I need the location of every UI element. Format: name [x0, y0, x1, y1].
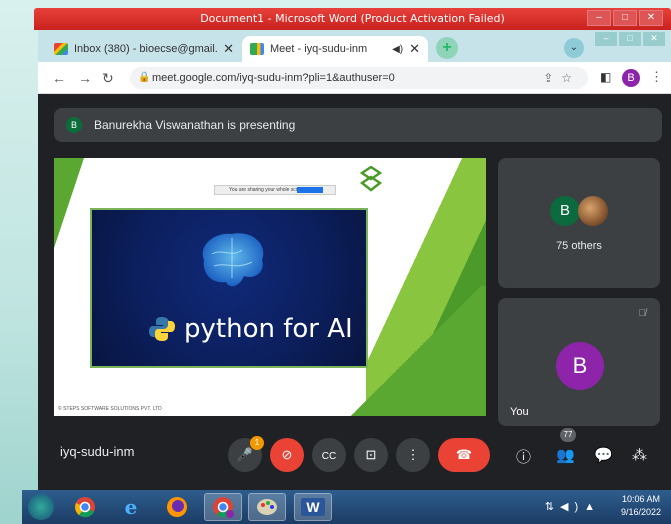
- close-icon[interactable]: ✕: [643, 32, 665, 46]
- chrome-profile-icon[interactable]: [204, 493, 242, 521]
- slide-title-text: python for AI: [184, 314, 353, 344]
- close-tab-icon[interactable]: ✕: [223, 41, 234, 57]
- system-tray-icons[interactable]: ⇅◀)▲: [545, 500, 601, 513]
- self-label: You: [510, 406, 529, 418]
- forward-arrow-icon[interactable]: →: [78, 70, 92, 86]
- minimize-icon[interactable]: –: [587, 10, 611, 26]
- meeting-code: iyq-sudu-inm: [60, 444, 135, 459]
- presenting-text: Banurekha Viswanathan is presenting: [94, 118, 296, 132]
- leave-call-button[interactable]: ☎: [438, 438, 490, 472]
- back-arrow-icon[interactable]: ←: [52, 70, 66, 86]
- chrome-window-controls: – □ ✕: [595, 32, 665, 46]
- camera-off-icon: ⊘: [281, 447, 293, 462]
- others-count-label: 75 others: [556, 240, 602, 252]
- side-panel-icon[interactable]: ◧: [600, 70, 611, 84]
- windows-taskbar: e W ⇅◀)▲ 10:06 AM 9/16/2022: [22, 490, 671, 524]
- address-bar[interactable]: 🔒 meet.google.com/iyq-sudu-inm?pli=1&aut…: [130, 67, 588, 89]
- meet-content: B Banurekha Viswanathan is presenting Yo…: [38, 94, 671, 490]
- audio-playing-icon[interactable]: ◀): [392, 44, 403, 55]
- word-window-titlebar[interactable]: Document1 - Microsoft Word (Product Acti…: [34, 8, 671, 30]
- tab-label: Inbox (380) - bioecse@gmail.com: [74, 43, 217, 55]
- more-options-button[interactable]: ⋮: [396, 438, 430, 472]
- present-button[interactable]: ⊡: [354, 438, 388, 472]
- slide-green-accent: [54, 158, 84, 248]
- slide-title-panel: python for AI: [90, 208, 368, 368]
- info-icon[interactable]: ⓘ: [516, 446, 531, 467]
- activities-icon[interactable]: ⁂: [632, 446, 647, 464]
- chat-icon[interactable]: 💬: [594, 446, 613, 464]
- word-window-title: Document1 - Microsoft Word (Product Acti…: [200, 12, 505, 25]
- lock-icon[interactable]: 🔒: [138, 67, 150, 89]
- tab-label: Meet - iyq-sudu-inm: [270, 43, 368, 55]
- clock-time: 10:06 AM: [621, 494, 660, 504]
- participants-count-badge: 77: [560, 428, 576, 442]
- close-tab-icon[interactable]: ✕: [409, 41, 420, 57]
- more-vert-icon: ⋮: [406, 447, 420, 462]
- mic-badge: 1: [250, 436, 264, 450]
- url-text: meet.google.com/iyq-sudu-inm?pli=1&authu…: [152, 72, 395, 84]
- chrome-icon[interactable]: [66, 493, 104, 521]
- reload-icon[interactable]: ↻: [102, 70, 114, 87]
- new-tab-button[interactable]: +: [436, 37, 458, 59]
- call-controls-bar: iyq-sudu-inm 🎤 1 ⊘ CC ⊡ ⋮ ☎ ⓘ 👥 77 💬 ⁂: [38, 424, 671, 490]
- muted-mic-icon: 🎙̸: [638, 308, 647, 319]
- python-logo-icon: [149, 317, 175, 341]
- participants-tile[interactable]: B 75 others: [498, 158, 660, 288]
- taskbar-clock[interactable]: 10:06 AM 9/16/2022: [621, 493, 661, 519]
- presenter-avatar: B: [66, 117, 82, 133]
- profile-avatar[interactable]: B: [622, 69, 640, 87]
- mic-off-icon: 🎤: [236, 447, 254, 462]
- tab-gmail[interactable]: Inbox (380) - bioecse@gmail.com ✕: [46, 36, 242, 62]
- maximize-icon[interactable]: □: [613, 10, 637, 26]
- self-tile[interactable]: 🎙̸ B You: [498, 298, 660, 426]
- paint-icon[interactable]: [248, 493, 286, 521]
- browser-toolbar: ← → ↻ 🔒 meet.google.com/iyq-sudu-inm?pli…: [38, 62, 671, 94]
- tab-meet[interactable]: Meet - iyq-sudu-inm ◀) ✕: [242, 36, 428, 62]
- company-logo: [360, 166, 382, 192]
- tab-search-icon[interactable]: ⌄: [564, 38, 584, 58]
- camera-button[interactable]: ⊘: [270, 438, 304, 472]
- captions-button[interactable]: CC: [312, 438, 346, 472]
- slide-footer: © STEPS SOFTWARE SOLUTIONS PVT. LTD: [58, 406, 162, 412]
- present-screen-icon: ⊡: [365, 447, 377, 462]
- self-avatar: B: [556, 342, 604, 390]
- presenting-banner: B Banurekha Viswanathan is presenting: [54, 108, 662, 142]
- minimize-icon[interactable]: –: [595, 32, 617, 46]
- participant-photo-avatar: [578, 196, 608, 226]
- close-icon[interactable]: ✕: [639, 10, 663, 26]
- hang-up-icon: ☎: [455, 447, 473, 462]
- gmail-icon: [54, 43, 68, 55]
- sharing-notice-text: You are sharing your whole screen: [229, 187, 306, 193]
- maximize-icon[interactable]: □: [619, 32, 641, 46]
- clock-date: 9/16/2022: [620, 507, 661, 517]
- brain-icon: [202, 233, 264, 287]
- meet-icon: [250, 43, 264, 55]
- people-icon[interactable]: 👥: [556, 446, 575, 464]
- share-and-bookmark-icons[interactable]: ⇪☆: [543, 67, 580, 89]
- ie-icon[interactable]: e: [112, 493, 150, 521]
- word-window-controls: – □ ✕: [587, 10, 663, 26]
- tab-strip: Inbox (380) - bioecse@gmail.com ✕ Meet -…: [38, 30, 671, 62]
- participant-avatar: B: [550, 196, 580, 226]
- sharing-notice-bar: You are sharing your whole screen: [214, 185, 336, 195]
- shared-screen: You are sharing your whole screen python…: [54, 158, 486, 416]
- slide-title: python for AI: [148, 314, 353, 344]
- start-button[interactable]: [28, 494, 54, 520]
- captions-icon: CC: [321, 451, 337, 462]
- word-icon[interactable]: W: [294, 493, 332, 521]
- stop-sharing-button: [297, 187, 323, 193]
- firefox-icon[interactable]: [158, 493, 196, 521]
- chrome-menu-icon[interactable]: ⋮: [650, 69, 663, 85]
- chrome-window: Inbox (380) - bioecse@gmail.com ✕ Meet -…: [38, 30, 671, 490]
